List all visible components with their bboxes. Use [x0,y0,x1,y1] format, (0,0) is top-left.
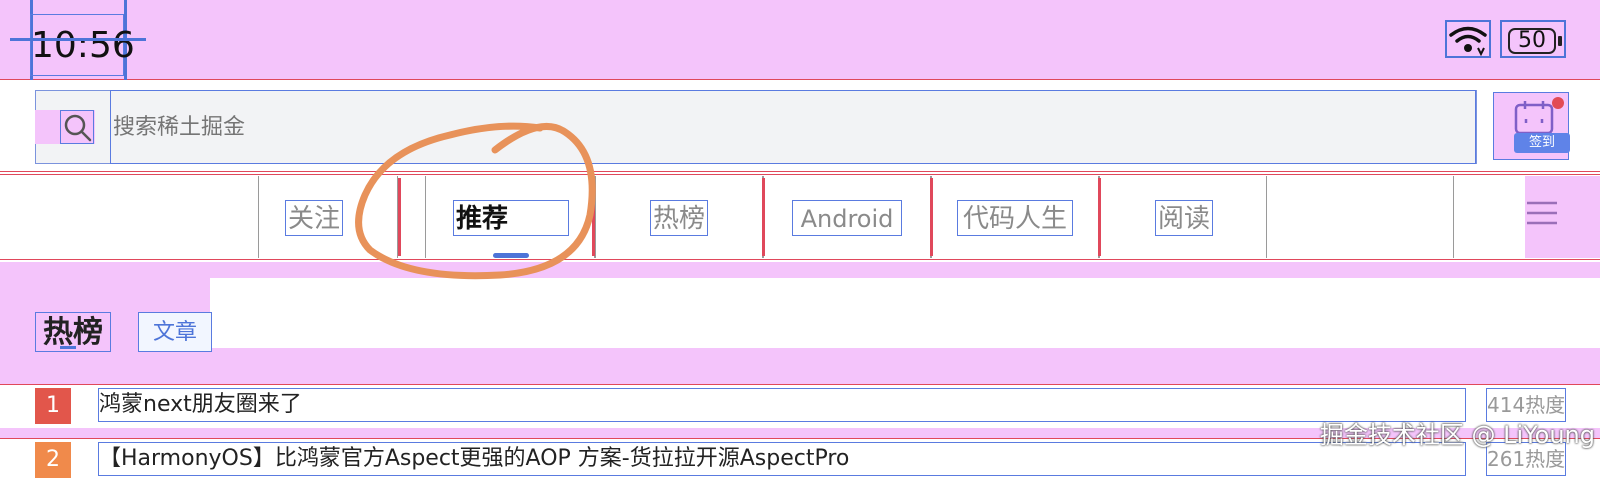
watermark: 掘金技术社区 @ LiYoung [1319,421,1595,449]
signin-button[interactable]: 签到 [1493,92,1570,160]
rank-badge: 2 [35,442,71,478]
battery-level: 50 [1508,28,1556,54]
wifi-icon [1445,20,1491,58]
tab-divider [592,178,595,256]
hot-title-underline [60,346,76,349]
tab-code-life-label[interactable]: 代码人生 [957,200,1073,236]
rank-badge: 1 [35,388,71,424]
tab-follow-label[interactable]: 关注 [285,200,343,236]
tab-android-label[interactable]: Android [792,200,902,236]
search-input[interactable] [110,90,1476,164]
status-bar [0,0,1600,80]
tab-divider [762,178,765,256]
tab-divider [1098,178,1101,256]
hot-header-area [210,278,1600,348]
search-icon[interactable] [60,110,94,144]
tab-divider [398,178,401,256]
tab-hot-label[interactable]: 热榜 [650,200,708,236]
tab-menu-cell [1453,176,1525,258]
inspector-guide [10,38,146,41]
menu-icon[interactable] [1525,196,1565,236]
list-item-title[interactable]: 鸿蒙next朋友圈来了 [98,388,1466,422]
list-item-title[interactable]: 【HarmonyOS】比鸿蒙官方Aspect更强的AOP 方案-货拉拉开源Asp… [98,442,1466,476]
article-tag[interactable]: 文章 [138,312,212,352]
tab-recommend-label[interactable]: 推荐 [453,200,569,236]
heat-count: 414热度 [1486,388,1566,422]
active-tab-indicator [493,253,529,258]
tab-divider [930,178,933,256]
battery-icon: 50 [1500,20,1566,58]
status-time: 10:56 [30,14,135,76]
calendar-icon [1514,101,1554,135]
tab-reading-label[interactable]: 阅读 [1155,200,1213,236]
signin-label: 签到 [1514,133,1570,153]
notification-dot [1552,97,1564,109]
